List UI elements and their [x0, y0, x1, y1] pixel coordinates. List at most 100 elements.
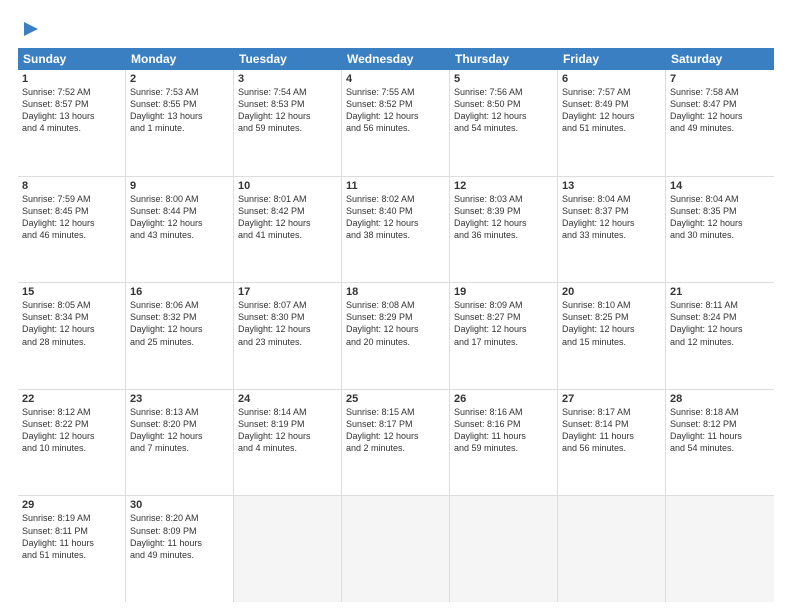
cell-text-line: Sunset: 8:25 PM [562, 311, 661, 323]
cell-text-line: and 51 minutes. [22, 549, 121, 561]
header-friday: Friday [558, 48, 666, 70]
day-number: 11 [346, 180, 445, 192]
cell-text-line: Sunrise: 7:57 AM [562, 86, 661, 98]
empty-cell [558, 496, 666, 602]
cell-text-line: Sunrise: 8:14 AM [238, 406, 337, 418]
cell-text-line: Sunrise: 8:19 AM [22, 512, 121, 524]
cell-text-line: Sunset: 8:34 PM [22, 311, 121, 323]
calendar-week-3: 15Sunrise: 8:05 AMSunset: 8:34 PMDayligh… [18, 283, 774, 390]
cell-text-line: Daylight: 11 hours [130, 537, 229, 549]
header-saturday: Saturday [666, 48, 774, 70]
day-number: 4 [346, 73, 445, 85]
day-cell-15: 15Sunrise: 8:05 AMSunset: 8:34 PMDayligh… [18, 283, 126, 389]
day-number: 6 [562, 73, 661, 85]
day-cell-29: 29Sunrise: 8:19 AMSunset: 8:11 PMDayligh… [18, 496, 126, 602]
cell-text-line: Daylight: 12 hours [238, 323, 337, 335]
cell-text-line: Sunrise: 8:10 AM [562, 299, 661, 311]
cell-text-line: Daylight: 12 hours [670, 217, 770, 229]
day-number: 20 [562, 286, 661, 298]
cell-text-line: Sunset: 8:55 PM [130, 98, 229, 110]
day-cell-27: 27Sunrise: 8:17 AMSunset: 8:14 PMDayligh… [558, 390, 666, 496]
cell-text-line: Sunrise: 8:16 AM [454, 406, 553, 418]
cell-text-line: and 41 minutes. [238, 229, 337, 241]
day-number: 5 [454, 73, 553, 85]
cell-text-line: and 56 minutes. [346, 122, 445, 134]
day-number: 26 [454, 393, 553, 405]
cell-text-line: and 4 minutes. [22, 122, 121, 134]
day-number: 1 [22, 73, 121, 85]
day-cell-8: 8Sunrise: 7:59 AMSunset: 8:45 PMDaylight… [18, 177, 126, 283]
cell-text-line: Sunrise: 8:07 AM [238, 299, 337, 311]
cell-text-line: and 7 minutes. [130, 442, 229, 454]
cell-text-line: and 33 minutes. [562, 229, 661, 241]
cell-text-line: Daylight: 12 hours [130, 217, 229, 229]
cell-text-line: Daylight: 13 hours [130, 110, 229, 122]
cell-text-line: Sunrise: 8:08 AM [346, 299, 445, 311]
cell-text-line: Daylight: 12 hours [130, 323, 229, 335]
cell-text-line: Sunset: 8:16 PM [454, 418, 553, 430]
cell-text-line: Sunrise: 7:54 AM [238, 86, 337, 98]
cell-text-line: Daylight: 12 hours [238, 110, 337, 122]
cell-text-line: Sunrise: 8:03 AM [454, 193, 553, 205]
cell-text-line: and 59 minutes. [238, 122, 337, 134]
cell-text-line: Sunrise: 8:04 AM [562, 193, 661, 205]
day-cell-28: 28Sunrise: 8:18 AMSunset: 8:12 PMDayligh… [666, 390, 774, 496]
cell-text-line: Sunset: 8:11 PM [22, 525, 121, 537]
cell-text-line: Sunrise: 8:00 AM [130, 193, 229, 205]
cell-text-line: Sunrise: 7:59 AM [22, 193, 121, 205]
day-cell-12: 12Sunrise: 8:03 AMSunset: 8:39 PMDayligh… [450, 177, 558, 283]
cell-text-line: Sunrise: 8:09 AM [454, 299, 553, 311]
calendar-week-2: 8Sunrise: 7:59 AMSunset: 8:45 PMDaylight… [18, 177, 774, 284]
cell-text-line: Sunrise: 8:04 AM [670, 193, 770, 205]
logo-icon [20, 18, 42, 40]
cell-text-line: Sunset: 8:17 PM [346, 418, 445, 430]
cell-text-line: Sunrise: 8:05 AM [22, 299, 121, 311]
cell-text-line: Daylight: 13 hours [22, 110, 121, 122]
header-tuesday: Tuesday [234, 48, 342, 70]
cell-text-line: and 49 minutes. [130, 549, 229, 561]
cell-text-line: Sunrise: 8:02 AM [346, 193, 445, 205]
header-wednesday: Wednesday [342, 48, 450, 70]
cell-text-line: Sunset: 8:20 PM [130, 418, 229, 430]
day-number: 16 [130, 286, 229, 298]
day-number: 14 [670, 180, 770, 192]
day-number: 21 [670, 286, 770, 298]
day-cell-4: 4Sunrise: 7:55 AMSunset: 8:52 PMDaylight… [342, 70, 450, 176]
day-number: 13 [562, 180, 661, 192]
empty-cell [450, 496, 558, 602]
day-number: 12 [454, 180, 553, 192]
calendar: Sunday Monday Tuesday Wednesday Thursday… [18, 48, 774, 602]
cell-text-line: Daylight: 11 hours [22, 537, 121, 549]
cell-text-line: Daylight: 11 hours [562, 430, 661, 442]
cell-text-line: and 54 minutes. [454, 122, 553, 134]
cell-text-line: Sunrise: 7:52 AM [22, 86, 121, 98]
day-cell-21: 21Sunrise: 8:11 AMSunset: 8:24 PMDayligh… [666, 283, 774, 389]
day-number: 9 [130, 180, 229, 192]
cell-text-line: Sunset: 8:30 PM [238, 311, 337, 323]
day-number: 30 [130, 499, 229, 511]
cell-text-line: Sunset: 8:39 PM [454, 205, 553, 217]
cell-text-line: Daylight: 12 hours [454, 323, 553, 335]
cell-text-line: Daylight: 12 hours [346, 217, 445, 229]
cell-text-line: and 4 minutes. [238, 442, 337, 454]
cell-text-line: Daylight: 12 hours [22, 217, 121, 229]
day-cell-23: 23Sunrise: 8:13 AMSunset: 8:20 PMDayligh… [126, 390, 234, 496]
cell-text-line: Sunset: 8:27 PM [454, 311, 553, 323]
cell-text-line: Sunset: 8:45 PM [22, 205, 121, 217]
cell-text-line: Daylight: 12 hours [346, 430, 445, 442]
calendar-week-1: 1Sunrise: 7:52 AMSunset: 8:57 PMDaylight… [18, 70, 774, 177]
day-cell-30: 30Sunrise: 8:20 AMSunset: 8:09 PMDayligh… [126, 496, 234, 602]
cell-text-line: Sunrise: 7:58 AM [670, 86, 770, 98]
day-cell-22: 22Sunrise: 8:12 AMSunset: 8:22 PMDayligh… [18, 390, 126, 496]
cell-text-line: Sunset: 8:57 PM [22, 98, 121, 110]
cell-text-line: Daylight: 11 hours [454, 430, 553, 442]
cell-text-line: Sunset: 8:40 PM [346, 205, 445, 217]
day-cell-5: 5Sunrise: 7:56 AMSunset: 8:50 PMDaylight… [450, 70, 558, 176]
cell-text-line: Sunrise: 8:17 AM [562, 406, 661, 418]
day-number: 25 [346, 393, 445, 405]
cell-text-line: and 28 minutes. [22, 336, 121, 348]
cell-text-line: Sunrise: 8:06 AM [130, 299, 229, 311]
header [18, 18, 774, 40]
cell-text-line: Sunrise: 8:12 AM [22, 406, 121, 418]
day-cell-9: 9Sunrise: 8:00 AMSunset: 8:44 PMDaylight… [126, 177, 234, 283]
